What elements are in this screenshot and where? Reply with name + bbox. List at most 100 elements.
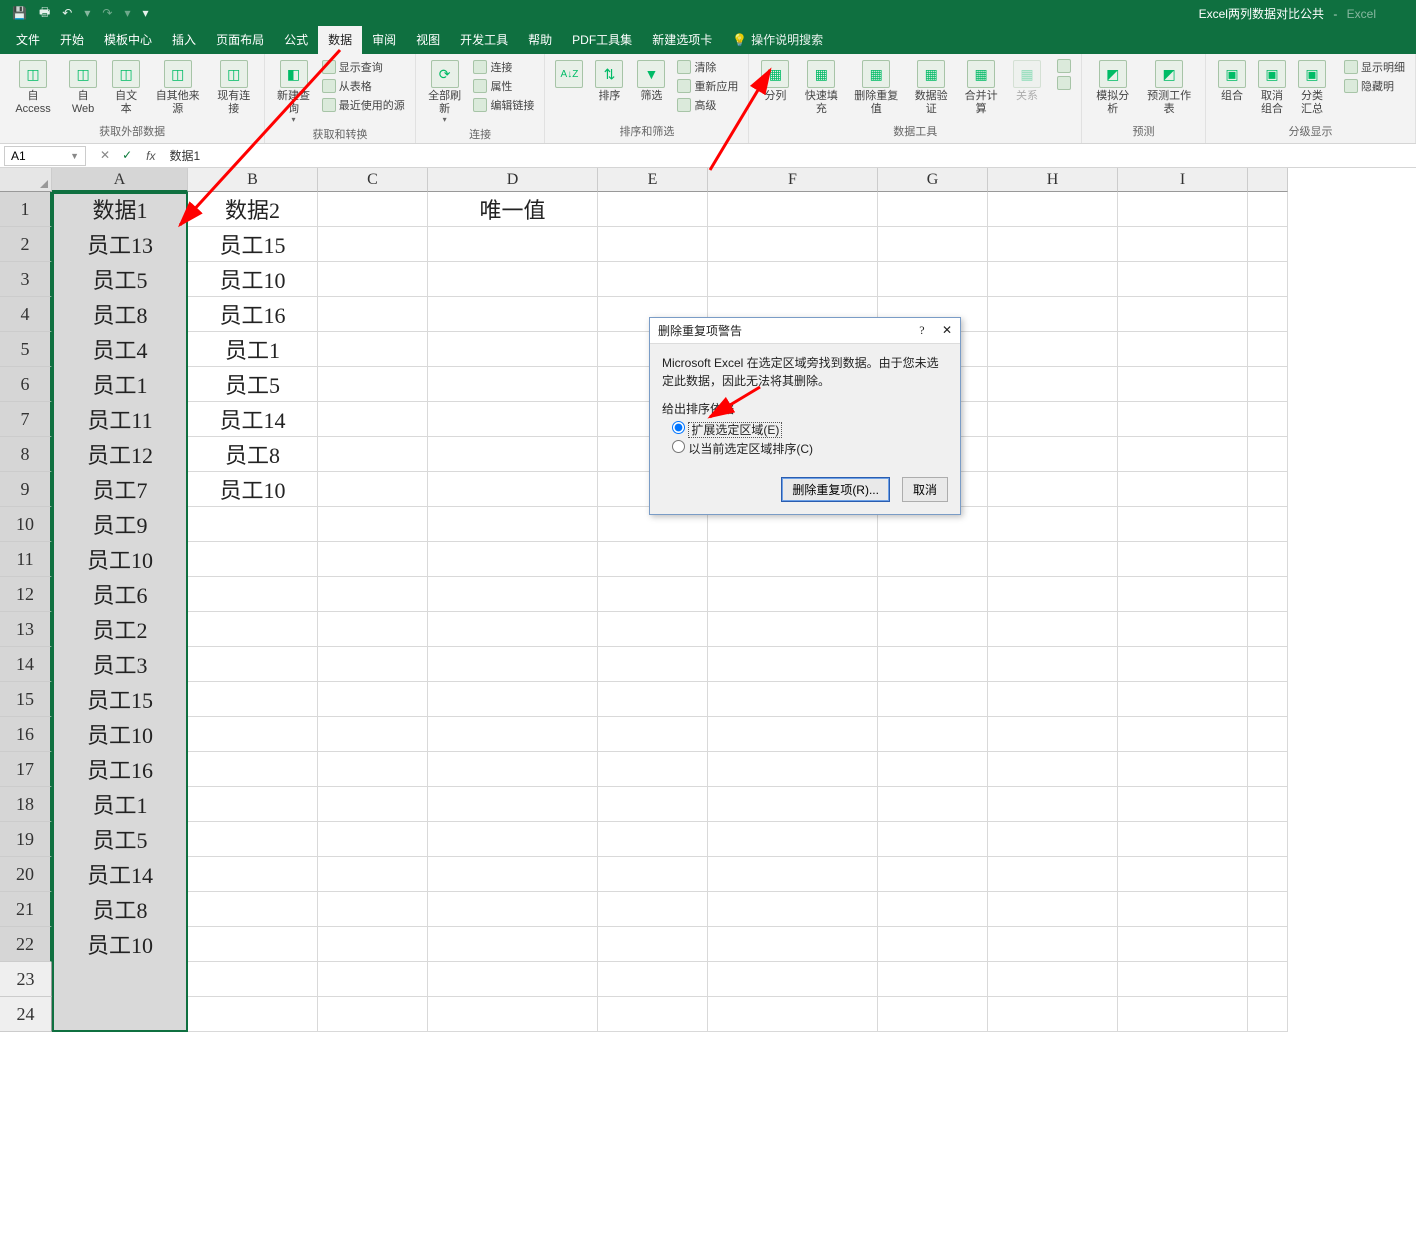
cell-4[interactable]: [1248, 297, 1288, 332]
tab-文件[interactable]: 文件: [6, 25, 50, 54]
help-icon[interactable]: ?: [919, 323, 924, 337]
cell-G13[interactable]: [878, 612, 988, 647]
cell-C12[interactable]: [318, 577, 428, 612]
cell-I16[interactable]: [1118, 717, 1248, 752]
row-header-1[interactable]: 1: [0, 192, 52, 227]
cell-12[interactable]: [1248, 577, 1288, 612]
col-header-C[interactable]: C: [318, 168, 428, 192]
row-header-23[interactable]: 23: [0, 962, 52, 997]
cell-C16[interactable]: [318, 717, 428, 752]
cell-A2[interactable]: 员工13: [52, 227, 188, 262]
cell-E11[interactable]: [598, 542, 708, 577]
cell-E23[interactable]: [598, 962, 708, 997]
undo-icon[interactable]: ↶: [62, 6, 72, 20]
cell-F14[interactable]: [708, 647, 878, 682]
cell-H12[interactable]: [988, 577, 1118, 612]
rbtn-自 Web[interactable]: ◫自 Web: [62, 58, 104, 117]
cell-23[interactable]: [1248, 962, 1288, 997]
cancel-icon[interactable]: ✕: [100, 148, 110, 163]
cell-A3[interactable]: 员工5: [52, 262, 188, 297]
cell-H21[interactable]: [988, 892, 1118, 927]
cell-A16[interactable]: 员工10: [52, 717, 188, 752]
cell-D3[interactable]: [428, 262, 598, 297]
mini-最近使用的源[interactable]: 最近使用的源: [318, 96, 409, 114]
cell-D9[interactable]: [428, 472, 598, 507]
cell-14[interactable]: [1248, 647, 1288, 682]
cell-C19[interactable]: [318, 822, 428, 857]
cell-C17[interactable]: [318, 752, 428, 787]
cell-C14[interactable]: [318, 647, 428, 682]
filter-button[interactable]: ▼筛选: [631, 58, 671, 105]
col-header-F[interactable]: F: [708, 168, 878, 192]
cell-E14[interactable]: [598, 647, 708, 682]
rbtn-关系[interactable]: ▦关系: [1007, 58, 1047, 105]
print-icon[interactable]: 🖶: [39, 3, 50, 24]
cell-C23[interactable]: [318, 962, 428, 997]
cell-H8[interactable]: [988, 437, 1118, 472]
cell-I20[interactable]: [1118, 857, 1248, 892]
cell-F2[interactable]: [708, 227, 878, 262]
cell-F12[interactable]: [708, 577, 878, 612]
cell-B19[interactable]: [188, 822, 318, 857]
rbtn-分类汇总[interactable]: ▣分类汇总: [1292, 58, 1332, 117]
row-header-18[interactable]: 18: [0, 787, 52, 822]
cell-C9[interactable]: [318, 472, 428, 507]
cell-E15[interactable]: [598, 682, 708, 717]
row-header-22[interactable]: 22: [0, 927, 52, 962]
cell-E1[interactable]: [598, 192, 708, 227]
cell-I14[interactable]: [1118, 647, 1248, 682]
cell-D2[interactable]: [428, 227, 598, 262]
cell-H19[interactable]: [988, 822, 1118, 857]
cell-F17[interactable]: [708, 752, 878, 787]
rbtn-组合[interactable]: ▣组合: [1212, 58, 1252, 117]
cell-B12[interactable]: [188, 577, 318, 612]
cell-G3[interactable]: [878, 262, 988, 297]
cell-6[interactable]: [1248, 367, 1288, 402]
spreadsheet[interactable]: ABCDEFGHI 1数据1数据2唯一值2员工13员工153员工5员工104员工…: [0, 168, 1416, 1032]
cell-D13[interactable]: [428, 612, 598, 647]
cell-F16[interactable]: [708, 717, 878, 752]
cell-B1[interactable]: 数据2: [188, 192, 318, 227]
cell-I18[interactable]: [1118, 787, 1248, 822]
cell-A21[interactable]: 员工8: [52, 892, 188, 927]
tab-数据[interactable]: 数据: [318, 25, 362, 54]
cell-A12[interactable]: 员工6: [52, 577, 188, 612]
tab-公式[interactable]: 公式: [274, 25, 318, 54]
cell-C22[interactable]: [318, 927, 428, 962]
cell-E13[interactable]: [598, 612, 708, 647]
cell-C15[interactable]: [318, 682, 428, 717]
cell-I23[interactable]: [1118, 962, 1248, 997]
cell-B13[interactable]: [188, 612, 318, 647]
cell-G1[interactable]: [878, 192, 988, 227]
tell-me-search[interactable]: 💡操作说明搜索: [722, 25, 833, 54]
cell-10[interactable]: [1248, 507, 1288, 542]
cell-C6[interactable]: [318, 367, 428, 402]
cell-A23[interactable]: [52, 962, 188, 997]
cell-A13[interactable]: 员工2: [52, 612, 188, 647]
cell-G17[interactable]: [878, 752, 988, 787]
cell-B10[interactable]: [188, 507, 318, 542]
cell-I3[interactable]: [1118, 262, 1248, 297]
cell-B20[interactable]: [188, 857, 318, 892]
cell-D1[interactable]: 唯一值: [428, 192, 598, 227]
col-header-B[interactable]: B: [188, 168, 318, 192]
cell-G21[interactable]: [878, 892, 988, 927]
cell-H22[interactable]: [988, 927, 1118, 962]
cell-A10[interactable]: 员工9: [52, 507, 188, 542]
cell-I7[interactable]: [1118, 402, 1248, 437]
sort-asc-button[interactable]: A↓Z: [551, 58, 587, 92]
cell-F21[interactable]: [708, 892, 878, 927]
cell-A6[interactable]: 员工1: [52, 367, 188, 402]
cell-E17[interactable]: [598, 752, 708, 787]
cell-I6[interactable]: [1118, 367, 1248, 402]
row-header-24[interactable]: 24: [0, 997, 52, 1032]
rbtn-数据验证[interactable]: ▦数据验证: [907, 58, 955, 117]
cell-E20[interactable]: [598, 857, 708, 892]
cell-21[interactable]: [1248, 892, 1288, 927]
cell-I5[interactable]: [1118, 332, 1248, 367]
cell-22[interactable]: [1248, 927, 1288, 962]
cell-C20[interactable]: [318, 857, 428, 892]
name-box[interactable]: A1 ▼: [4, 146, 86, 166]
cell-15[interactable]: [1248, 682, 1288, 717]
cell-G12[interactable]: [878, 577, 988, 612]
